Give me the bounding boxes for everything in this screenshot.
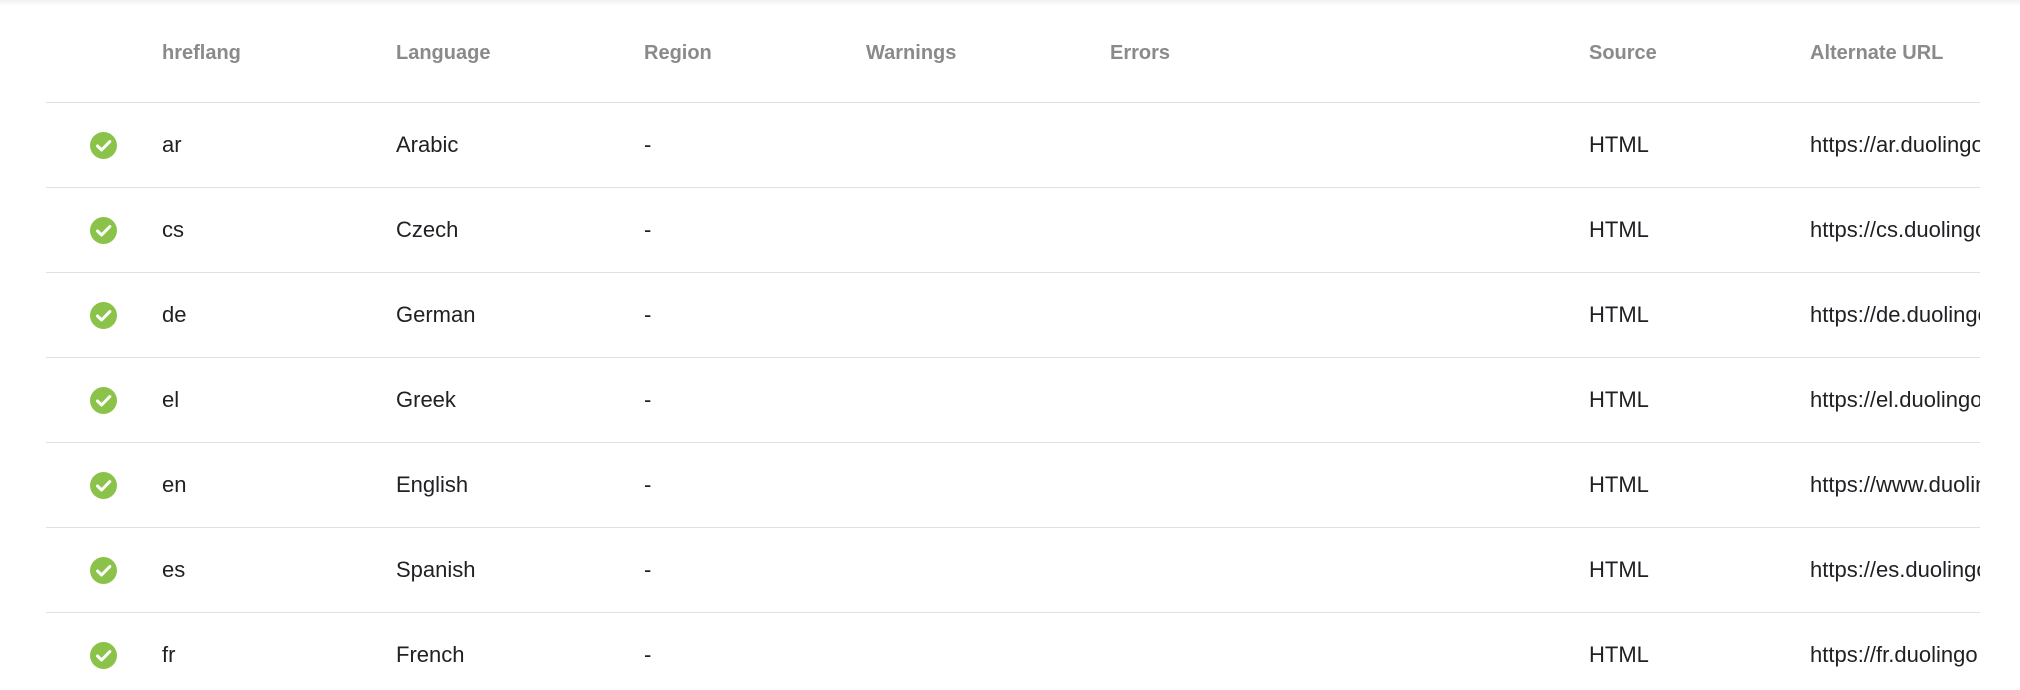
check-circle-icon xyxy=(90,642,117,669)
cell-source: HTML xyxy=(1589,132,1649,157)
cell-alternate-url[interactable]: https://www.duolingo xyxy=(1810,443,1980,527)
check-circle-icon xyxy=(90,472,117,499)
check-circle-icon xyxy=(90,302,117,329)
cell-hreflang: en xyxy=(162,472,187,497)
cell-alternate-url[interactable]: https://ar.duolingo xyxy=(1810,103,1980,187)
table-row[interactable]: de German - HTML https://de.duolingo xyxy=(46,273,1980,358)
cell-source: HTML xyxy=(1589,217,1649,242)
cell-region: - xyxy=(644,217,652,242)
cell-language: Spanish xyxy=(396,557,476,582)
check-circle-icon xyxy=(90,387,117,414)
check-circle-icon xyxy=(90,132,117,159)
table-header-row: hreflang Language Region Warnings Errors… xyxy=(46,0,1980,103)
table-row[interactable]: cs Czech - HTML https://cs.duolingo xyxy=(46,188,1980,273)
header-warnings[interactable]: Warnings xyxy=(866,42,956,65)
cell-hreflang: ar xyxy=(162,132,182,157)
cell-source: HTML xyxy=(1589,472,1649,497)
cell-region: - xyxy=(644,642,652,667)
table-row[interactable]: el Greek - HTML https://el.duolingo xyxy=(46,358,1980,443)
cell-region: - xyxy=(644,472,652,497)
cell-region: - xyxy=(644,302,652,327)
header-hreflang[interactable]: hreflang xyxy=(162,42,241,65)
cell-hreflang: el xyxy=(162,387,180,412)
header-region[interactable]: Region xyxy=(644,42,712,65)
check-circle-icon xyxy=(90,217,117,244)
cell-hreflang: de xyxy=(162,302,187,327)
header-errors[interactable]: Errors xyxy=(1110,42,1170,65)
cell-alternate-url[interactable]: https://es.duolingo xyxy=(1810,528,1980,612)
cell-source: HTML xyxy=(1589,557,1649,582)
cell-region: - xyxy=(644,132,652,157)
table-row[interactable]: es Spanish - HTML https://es.duolingo xyxy=(46,528,1980,613)
cell-hreflang: es xyxy=(162,557,186,582)
cell-source: HTML xyxy=(1589,642,1649,667)
cell-language: Greek xyxy=(396,387,456,412)
header-language[interactable]: Language xyxy=(396,42,490,65)
cell-alternate-url[interactable]: https://fr.duolingo xyxy=(1810,613,1980,690)
cell-region: - xyxy=(644,557,652,582)
table-row[interactable]: ar Arabic - HTML https://ar.duolingo xyxy=(46,103,1980,188)
cell-alternate-url[interactable]: https://el.duolingo xyxy=(1810,358,1980,442)
table-row[interactable]: fr French - HTML https://fr.duolingo xyxy=(46,613,1980,690)
hreflang-table: hreflang Language Region Warnings Errors… xyxy=(46,0,1980,690)
cell-language: Czech xyxy=(396,217,459,242)
cell-language: English xyxy=(396,472,469,497)
cell-source: HTML xyxy=(1589,302,1649,327)
header-source[interactable]: Source xyxy=(1589,42,1657,65)
cell-alternate-url[interactable]: https://cs.duolingo xyxy=(1810,188,1980,272)
cell-source: HTML xyxy=(1589,387,1649,412)
table-row[interactable]: en English - HTML https://www.duolingo xyxy=(46,443,1980,528)
check-circle-icon xyxy=(90,557,117,584)
cell-language: German xyxy=(396,302,476,327)
cell-language: French xyxy=(396,642,465,667)
cell-hreflang: fr xyxy=(162,642,176,667)
cell-hreflang: cs xyxy=(162,217,184,242)
cell-language: Arabic xyxy=(396,132,459,157)
cell-region: - xyxy=(644,387,652,412)
header-alternate-url[interactable]: Alternate URL xyxy=(1810,42,1980,65)
cell-alternate-url[interactable]: https://de.duolingo xyxy=(1810,273,1980,357)
